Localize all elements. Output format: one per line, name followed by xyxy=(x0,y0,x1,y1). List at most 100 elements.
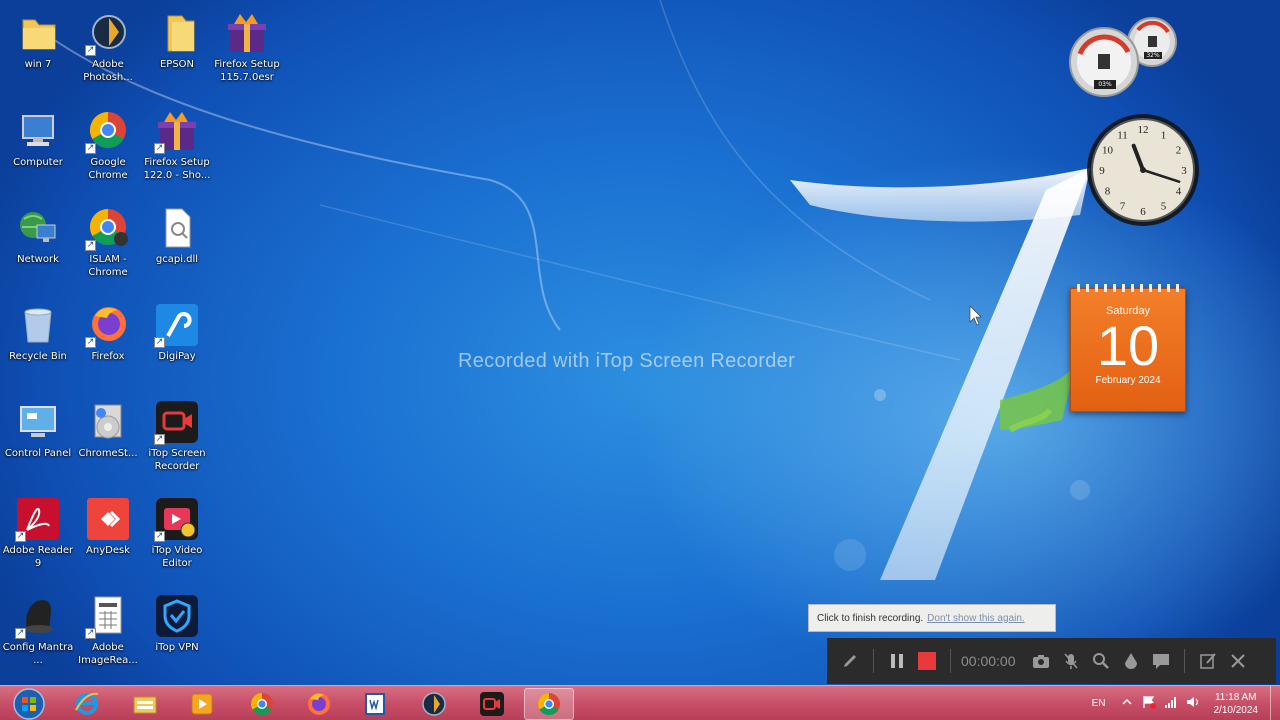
firefox-icon: ↗ xyxy=(85,302,131,348)
windows-logo-icon xyxy=(13,688,45,720)
subtitle-button[interactable] xyxy=(1146,646,1176,676)
show-desktop-button[interactable] xyxy=(1270,686,1280,720)
word-document-icon xyxy=(365,693,385,715)
desktop-icon-digipay[interactable]: ↗ DigiPay xyxy=(141,294,213,390)
magnifier-icon xyxy=(1092,653,1109,669)
clock-numeral: 1 xyxy=(1161,129,1167,141)
anydesk-icon xyxy=(85,496,131,542)
taskbar-firefox[interactable] xyxy=(294,688,344,720)
desktop-icon-recycle-bin[interactable]: Recycle Bin xyxy=(2,294,74,390)
taskbar-chrome[interactable] xyxy=(237,688,287,720)
stop-icon xyxy=(918,652,936,670)
chrome-icon: ↗ xyxy=(85,205,131,251)
recycle-bin-icon xyxy=(15,302,61,348)
internet-explorer-icon xyxy=(75,692,99,715)
media-player-icon xyxy=(191,693,213,715)
clock-numeral: 10 xyxy=(1102,145,1114,157)
close-recorder-button[interactable] xyxy=(1223,646,1253,676)
folder-icon xyxy=(15,10,61,56)
brush-icon xyxy=(844,655,856,667)
zoom-button[interactable] xyxy=(1086,646,1116,676)
system-tray: EN 11:18 AM 2/10/2024 xyxy=(1092,686,1280,720)
close-icon xyxy=(1230,654,1245,668)
desktop-icon-islam-chrome[interactable]: ↗ ISLAM - Chrome xyxy=(72,197,144,293)
clock-numeral: 8 xyxy=(1105,186,1111,198)
start-button[interactable] xyxy=(11,687,47,720)
taskbar-chrome-active[interactable] xyxy=(524,688,574,720)
firefox-setup-icon: ↗ xyxy=(154,108,200,154)
taskbar-itop-recorder[interactable] xyxy=(467,688,517,720)
desktop-icon-photoshop[interactable]: ↗ Adobe Photosh... xyxy=(72,2,144,98)
screenshot-button[interactable] xyxy=(1026,646,1056,676)
calendar-gadget[interactable]: Saturday 10 February 2024 xyxy=(1070,284,1186,412)
clock-gadget[interactable]: 1 2 3 4 5 6 7 8 9 10 11 12 xyxy=(1084,112,1206,230)
desktop-icon-adobe-imagereader[interactable]: ↗ Adobe ImageRea... xyxy=(72,585,144,681)
taskbar-internet-explorer[interactable] xyxy=(62,688,112,720)
chrome-icon: ↗ xyxy=(85,108,131,154)
desktop-icon-anydesk[interactable]: AnyDesk xyxy=(72,488,144,584)
clock-face-icon: 1234567891011 12 xyxy=(1087,114,1199,226)
toolbar-divider xyxy=(873,649,874,673)
recording-timer: 00:00:00 xyxy=(961,653,1016,669)
taskbar-clock[interactable]: 11:18 AM 2/10/2024 xyxy=(1214,691,1259,717)
stop-button[interactable] xyxy=(912,646,942,676)
desktop-icon-adobe-reader[interactable]: ↗ Adobe Reader 9 xyxy=(2,488,74,584)
toolbar-divider xyxy=(1183,649,1185,673)
clock-numeral: 2 xyxy=(1176,145,1182,157)
clock-numeral: 7 xyxy=(1120,201,1126,213)
network-tray-button[interactable] xyxy=(1164,695,1178,712)
desktop-icon-chromesetup[interactable]: ChromeSt... xyxy=(72,391,144,487)
dont-show-again-link[interactable]: Don't show this again. xyxy=(927,613,1025,624)
taskbar-date: 2/10/2024 xyxy=(1213,704,1259,716)
desktop-icon-itop-video-editor[interactable]: ↗ iTop Video Editor xyxy=(141,488,213,584)
desktop-icon-win7-folder[interactable]: win 7 xyxy=(2,2,74,98)
volume-button[interactable] xyxy=(1186,695,1200,712)
desktop-icon-firefox-setup-115[interactable]: Firefox Setup 115.7.0esr xyxy=(211,2,283,98)
chromesetup-icon xyxy=(85,399,131,445)
taskbar-word-document[interactable] xyxy=(350,688,400,720)
show-hidden-icons-button[interactable] xyxy=(1121,697,1132,710)
language-indicator[interactable]: EN xyxy=(1092,698,1106,709)
desktop-icon-network[interactable]: Network xyxy=(2,197,74,293)
clock-numeral: 11 xyxy=(1117,129,1128,141)
desktop-icon-firefox[interactable]: ↗ Firefox xyxy=(72,294,144,390)
desktop-icon-config-mantra[interactable]: ↗ Config Mantra ... xyxy=(2,585,74,681)
digipay-icon: ↗ xyxy=(154,302,200,348)
desktop-icon-itop-vpn[interactable]: iTop VPN xyxy=(141,585,213,681)
firefox-icon xyxy=(308,693,330,715)
microphone-button[interactable] xyxy=(1056,646,1086,676)
taskbar-file-explorer[interactable] xyxy=(120,688,170,720)
taskbar-media-center[interactable] xyxy=(409,688,459,720)
taskbar: EN 11:18 AM 2/10/2024 xyxy=(0,685,1280,720)
desktop-icon-computer[interactable]: Computer xyxy=(2,100,74,196)
calendar-month-year: February 2024 xyxy=(1095,375,1161,386)
desktop-icon-control-panel[interactable]: Control Panel xyxy=(2,391,74,487)
watermark-button[interactable] xyxy=(1116,646,1146,676)
memory-percent: 32% xyxy=(1146,52,1160,59)
clock-numeral: 12 xyxy=(1138,124,1149,136)
file-explorer-icon xyxy=(133,696,157,714)
speech-bubble-icon xyxy=(1152,654,1169,669)
desktop-icon-firefox-setup-122[interactable]: ↗ Firefox Setup 122.0 - Sho... xyxy=(141,100,213,196)
toolbar-divider xyxy=(950,649,951,673)
action-center-button[interactable] xyxy=(1142,695,1156,712)
desktop-icon-google-chrome[interactable]: ↗ Google Chrome xyxy=(72,100,144,196)
image-reader-icon: ↗ xyxy=(85,593,131,639)
desktop-icon-epson-folder[interactable]: EPSON xyxy=(141,2,213,98)
mantra-scanner-icon: ↗ xyxy=(15,593,61,639)
speaker-icon xyxy=(1186,697,1198,707)
desktop-icon-itop-screen-recorder[interactable]: ↗ iTop Screen Recorder xyxy=(141,391,213,487)
recorder-watermark: Recorded with iTop Screen Recorder xyxy=(458,350,796,372)
recorder-toolbar: 00:00:00 xyxy=(827,638,1276,684)
cpu-meter-gadget[interactable]: 03% 32% xyxy=(1066,12,1184,102)
desktop-icon-gcapi-dll[interactable]: gcapi.dll xyxy=(141,197,213,293)
network-icon xyxy=(15,205,61,251)
chrome-icon xyxy=(538,693,560,715)
desktop[interactable]: win 7 ↗ Adobe Photosh... EPSON Firefox S… xyxy=(0,0,1280,685)
brush-button[interactable] xyxy=(835,646,865,676)
edit-button[interactable] xyxy=(1193,646,1223,676)
finish-recording-tooltip: Click to finish recording. Don't show th… xyxy=(808,604,1056,632)
pause-button[interactable] xyxy=(882,646,912,676)
folder-icon xyxy=(154,10,200,56)
taskbar-media-player[interactable] xyxy=(177,688,227,720)
